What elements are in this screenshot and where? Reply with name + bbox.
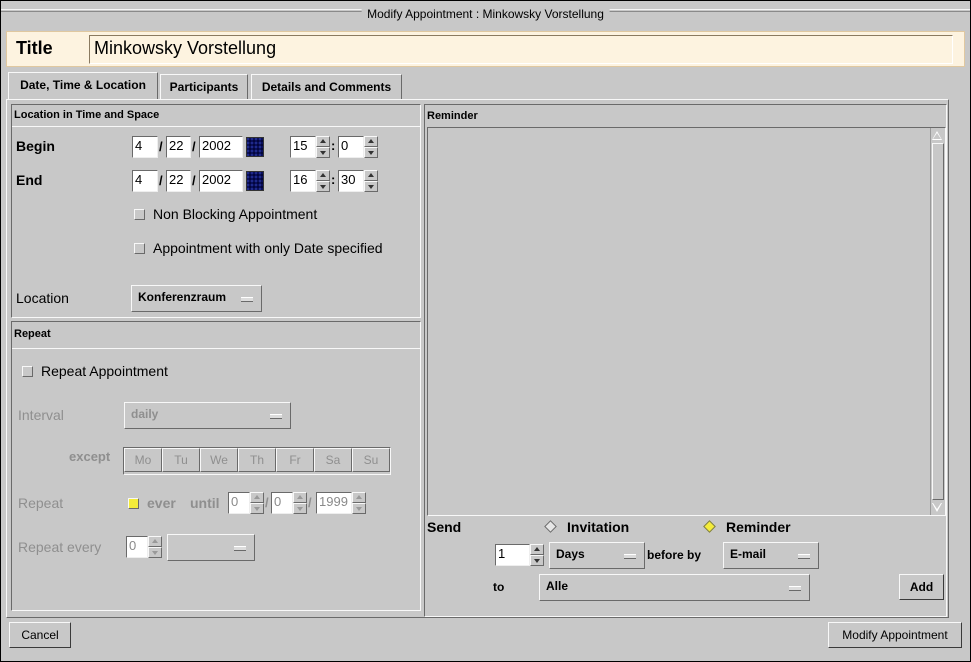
until-date-sep-2: / [308,495,312,510]
scrollbar-thumb[interactable] [932,143,944,500]
dropdown-indicator-icon [234,545,246,551]
add-reminder-button[interactable]: Add [899,574,944,600]
day-toggle-th[interactable]: Th [238,448,276,472]
end-date-sep: / [159,173,163,188]
reminder-method-select[interactable]: E-mail [723,542,819,569]
dropdown-indicator-icon [241,296,253,302]
interval-select[interactable]: daily [124,402,291,429]
begin-year-input[interactable]: 2002 [199,136,243,158]
begin-minute-input[interactable]: 0 [338,136,364,158]
until-date-sep: / [265,495,269,510]
repeat-ever-checkbox[interactable] [128,498,139,509]
repeat-every-input[interactable]: 0 [126,536,148,558]
end-year-input[interactable]: 2002 [199,170,243,192]
until-day-stepper[interactable] [293,492,307,514]
reminder-list[interactable] [427,127,946,516]
reminder-amount-input[interactable]: 1 [495,544,530,566]
begin-label: Begin [16,138,55,154]
end-hour-stepper[interactable] [316,170,330,192]
location-select[interactable]: Konferenzraum [131,285,262,312]
day-toggle-we[interactable]: We [200,448,238,472]
date-only-checkbox[interactable] [134,243,145,254]
begin-hour-input[interactable]: 15 [290,136,316,158]
invitation-label: Invitation [567,519,630,535]
reminder-unit-select[interactable]: Days [549,542,645,569]
end-label: End [16,172,43,188]
tab-participants[interactable]: Participants [160,74,248,100]
day-toggle-sa[interactable]: Sa [314,448,352,472]
location-label: Location [16,290,69,306]
until-day-input[interactable]: 0 [271,492,293,514]
begin-minute-stepper[interactable] [364,136,378,158]
repeat-divider [12,348,420,349]
repeat-appointment-checkbox[interactable] [22,366,33,377]
non-blocking-checkbox[interactable] [134,209,145,220]
end-day-input[interactable]: 22 [166,170,191,192]
ever-label: ever [147,495,176,511]
begin-calendar-icon[interactable] [246,137,264,157]
dropdown-indicator-icon [270,413,282,419]
tab-date-time-location[interactable]: Date, Time & Location [8,72,158,100]
day-toggle-tu[interactable]: Tu [162,448,200,472]
reminder-unit-value: Days [556,547,585,561]
begin-month-input[interactable]: 4 [132,136,158,158]
repeat-every-label: Repeat every [18,539,102,555]
begin-date-sep: / [159,139,163,154]
cancel-button[interactable]: Cancel [9,622,71,648]
tab-details-comments[interactable]: Details and Comments [251,74,402,100]
reminder-radio-label: Reminder [726,519,791,535]
scroll-up-arrow-icon[interactable] [931,128,944,142]
except-label: except [69,449,111,464]
end-time-sep: : [331,172,336,187]
begin-hour-stepper[interactable] [316,136,330,158]
dropdown-indicator-icon [789,585,801,591]
title-input[interactable]: Minkowsky Vorstellung [89,35,953,64]
until-year-input[interactable]: 1999 [316,492,352,514]
to-label: to [493,580,505,594]
until-month-stepper[interactable] [250,492,264,514]
dropdown-indicator-icon [624,553,636,559]
reminder-recipient-value: Alle [546,579,569,593]
day-toggle-mo[interactable]: Mo [124,448,162,472]
begin-date-sep-2: / [192,139,196,154]
end-month-input[interactable]: 4 [132,170,158,192]
until-label: until [190,495,220,511]
until-month-input[interactable]: 0 [228,492,250,514]
end-date-sep-2: / [192,173,196,188]
modify-appointment-button[interactable]: Modify Appointment [828,622,962,648]
reminder-group-header: Reminder [427,110,478,122]
location-divider [12,126,420,127]
begin-time-sep: : [331,138,336,153]
end-calendar-icon[interactable] [246,171,264,191]
date-only-label: Appointment with only Date specified [153,240,383,256]
reminder-recipient-select[interactable]: Alle [539,574,810,601]
interval-select-value: daily [131,407,159,421]
begin-day-input[interactable]: 22 [166,136,191,158]
day-toggle-su[interactable]: Su [352,448,390,472]
reminder-method-value: E-mail [730,547,767,561]
end-hour-input[interactable]: 16 [290,170,316,192]
before-by-label: before by [647,548,702,562]
interval-label: Interval [18,407,64,423]
repeat-group-header: Repeat [14,328,51,340]
window-titlebar[interactable]: Modify Appointment : Minkowsky Vorstellu… [1,1,970,29]
window-title: Modify Appointment : Minkowsky Vorstellu… [361,7,610,21]
dropdown-indicator-icon [798,553,810,559]
repeat-appointment-label: Repeat Appointment [41,363,168,379]
day-toggle-fr[interactable]: Fr [276,448,314,472]
title-label: Title [16,38,53,58]
location-select-value: Konferenzraum [138,290,227,304]
reminder-amount-stepper[interactable] [530,544,544,566]
until-year-stepper[interactable] [352,492,366,514]
scroll-down-arrow-icon[interactable] [931,501,944,515]
location-group-header: Location in Time and Space [14,109,160,121]
repeat-label: Repeat [18,495,64,511]
end-minute-stepper[interactable] [364,170,378,192]
non-blocking-label: Non Blocking Appointment [153,206,318,222]
end-minute-input[interactable]: 30 [338,170,364,192]
repeat-every-stepper[interactable] [148,536,162,558]
repeat-every-unit-select[interactable] [167,534,255,561]
send-label: Send [427,519,462,535]
